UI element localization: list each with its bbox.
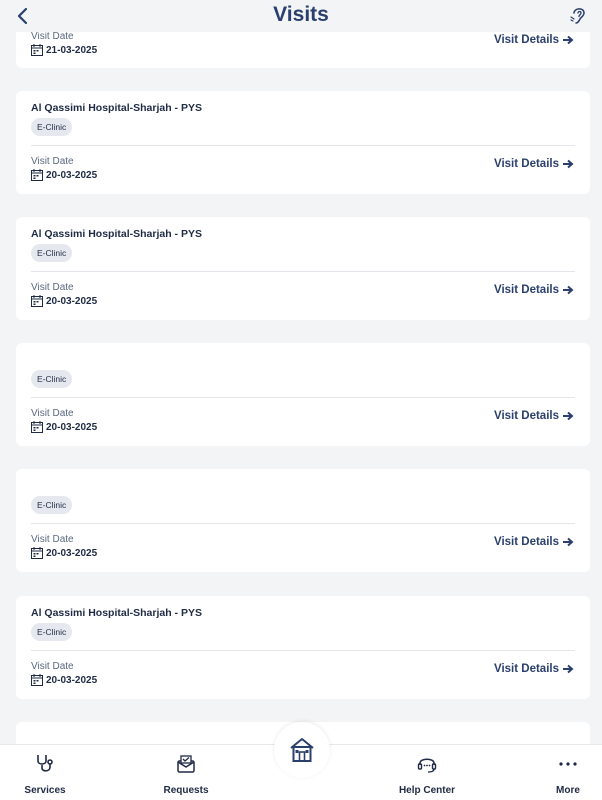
visit-date: 20-03-2025 — [46, 421, 98, 433]
tab-help-center[interactable]: Help Center — [382, 745, 472, 800]
card-divider — [31, 397, 575, 398]
visit-date: 20-03-2025 — [46, 295, 98, 307]
visit-date-label: Visit Date — [31, 282, 74, 293]
card-divider — [31, 271, 575, 272]
calendar-icon — [31, 295, 43, 307]
more-icon — [559, 762, 577, 766]
tab-more[interactable]: More — [523, 745, 602, 800]
visit-date-label: Visit Date — [31, 661, 74, 672]
visit-date: 21-03-2025 — [46, 44, 98, 56]
visit-date-row: 21-03-2025 — [31, 44, 97, 56]
arrow-right-icon — [563, 35, 574, 45]
arrow-right-icon — [563, 411, 574, 421]
header: Visits — [0, 0, 602, 32]
hospital-name: Al Qassimi Hospital-Sharjah - PYS — [31, 102, 202, 114]
page-title: Visits — [273, 3, 329, 26]
home-button[interactable] — [274, 722, 330, 778]
arrow-right-icon — [563, 537, 574, 547]
visit-card: Al Qassimi Hospital-Sharjah - PYS E-Clin… — [16, 91, 590, 194]
visit-date: 20-03-2025 — [46, 169, 98, 181]
headset-icon — [417, 758, 437, 773]
visit-details-link[interactable]: Visit Details — [494, 536, 574, 548]
visit-card: Al Qassimi Hospital-Sharjah - PYS E-Clin… — [16, 217, 590, 320]
visit-date-label: Visit Date — [31, 408, 74, 419]
tab-help-center-label: Help Center — [398, 785, 456, 796]
hospital-name: Al Qassimi Hospital-Sharjah - PYS — [31, 607, 202, 619]
hospital-name: Al Qassimi Hospital-Sharjah - PYS — [31, 228, 202, 240]
visit-details-link[interactable]: Visit Details — [494, 410, 574, 422]
tab-more-label: More — [556, 785, 580, 796]
visit-type-badge: E-Clinic — [31, 118, 73, 136]
card-divider — [31, 650, 575, 651]
visit-details-link[interactable]: Visit Details — [494, 34, 574, 46]
tab-requests-label: Requests — [163, 785, 209, 796]
visit-card: E-Clinic Visit Date 20-03-2025 Visit Det… — [16, 343, 590, 446]
visit-details-link[interactable]: Visit Details — [494, 284, 574, 296]
visit-date-row: 20-03-2025 — [31, 547, 97, 559]
arrow-right-icon — [563, 159, 574, 169]
visit-date-label: Visit Date — [31, 156, 74, 167]
stethoscope-icon — [37, 755, 53, 772]
visit-card: E-Clinic Visit Date 20-03-2025 Visit Det… — [16, 469, 590, 572]
visit-details-label: Visit Details — [494, 663, 559, 675]
visit-details-label: Visit Details — [494, 410, 559, 422]
visit-details-link[interactable]: Visit Details — [494, 663, 574, 675]
visit-date-label: Visit Date — [31, 534, 74, 545]
visit-card: Al Qassimi Hospital-Sharjah - PYS E-Clin… — [16, 596, 590, 699]
calendar-icon — [31, 169, 43, 181]
visit-date: 20-03-2025 — [46, 547, 98, 559]
visit-date-row: 20-03-2025 — [31, 421, 97, 433]
visit-date-row: 20-03-2025 — [31, 674, 97, 686]
requests-icon — [177, 755, 195, 773]
card-divider — [31, 145, 575, 146]
tab-services[interactable]: Services — [0, 745, 90, 800]
visit-type-badge: E-Clinic — [31, 496, 73, 514]
visit-details-label: Visit Details — [494, 284, 559, 296]
arrow-right-icon — [563, 664, 574, 674]
visit-date-row: 20-03-2025 — [31, 169, 97, 181]
visit-type-badge: E-Clinic — [31, 370, 73, 388]
tab-requests[interactable]: Requests — [141, 745, 231, 800]
visit-type-badge: E-Clinic — [31, 623, 73, 641]
visit-details-label: Visit Details — [494, 536, 559, 548]
calendar-icon — [31, 44, 43, 56]
visit-date: 20-03-2025 — [46, 674, 98, 686]
visit-date-row: 20-03-2025 — [31, 295, 97, 307]
visit-type-badge: E-Clinic — [31, 244, 73, 262]
visit-date-label: Visit Date — [31, 31, 74, 42]
calendar-icon — [31, 674, 43, 686]
visit-details-label: Visit Details — [494, 158, 559, 170]
calendar-icon — [31, 547, 43, 559]
visits-list[interactable]: Visit Date 21-03-2025 Visit Details Al Q… — [0, 0, 602, 744]
visit-details-link[interactable]: Visit Details — [494, 158, 574, 170]
arrow-right-icon — [563, 285, 574, 295]
hearing-icon[interactable] — [570, 5, 588, 25]
visit-details-label: Visit Details — [494, 34, 559, 46]
tab-services-label: Services — [24, 785, 66, 796]
home-icon — [290, 738, 314, 762]
calendar-icon — [31, 421, 43, 433]
card-divider — [31, 523, 575, 524]
